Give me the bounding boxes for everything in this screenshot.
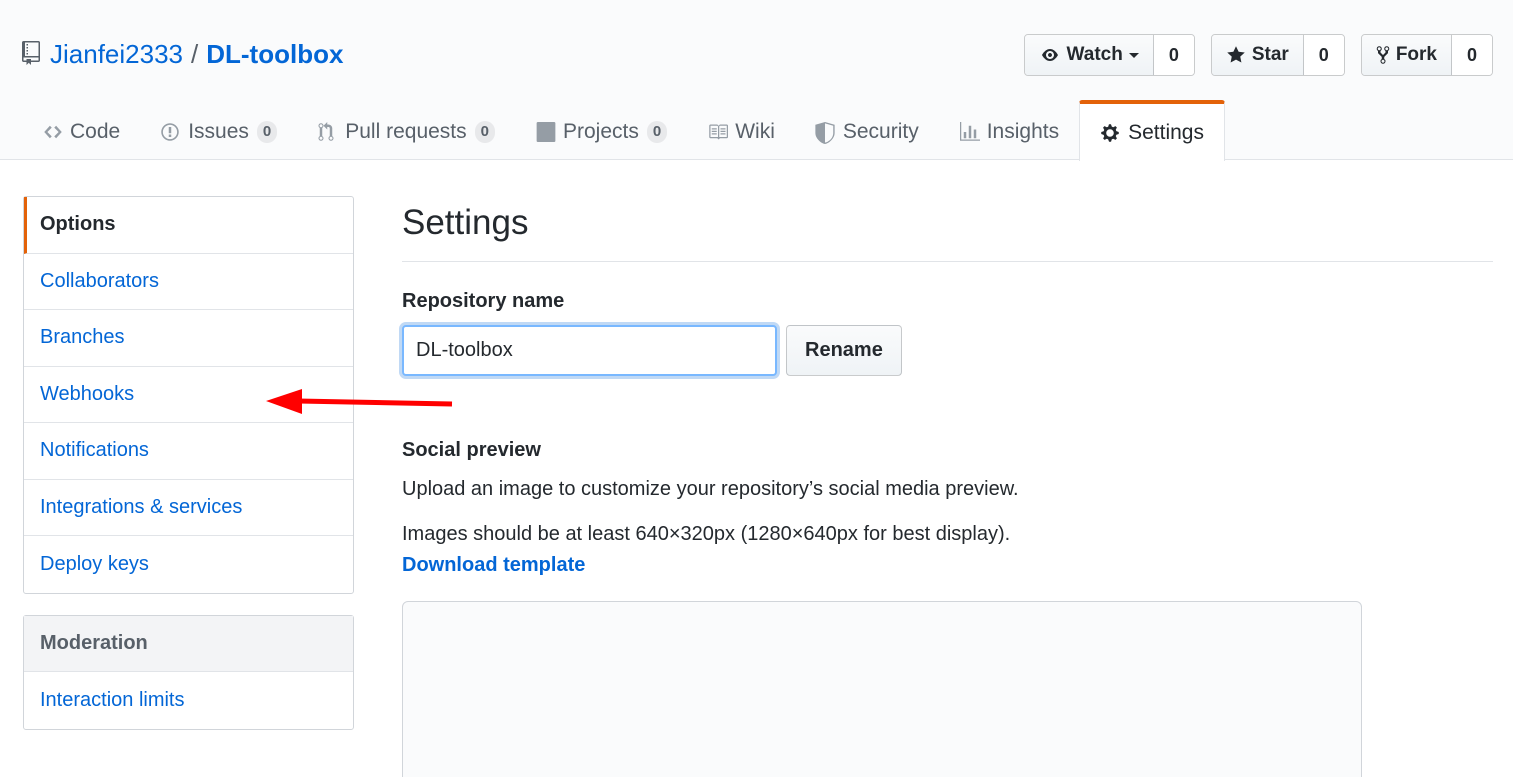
menu-item-notifications[interactable]: Notifications [24,423,353,480]
issue-icon [160,122,180,142]
social-preview-label: Social preview [402,439,541,461]
fork-icon [1376,45,1390,65]
page-title: Settings [402,203,529,242]
path-separator: / [191,38,199,69]
tab-code-label: Code [70,119,121,143]
star-button[interactable]: Star [1211,35,1304,75]
star-count[interactable]: 0 [1303,35,1344,75]
tab-pull-requests[interactable]: Pull requests 0 [297,100,515,160]
tab-pull-requests-label: Pull requests [345,119,467,143]
fork-label: Fork [1395,44,1437,65]
pull-request-icon [317,121,337,142]
repo-actions: Watch 0 Star 0 Fork 0 [1023,34,1493,76]
watch-count[interactable]: 0 [1153,35,1194,75]
tab-wiki-label: Wiki [735,119,775,143]
watch-label: Watch [1066,44,1123,65]
star-label: Star [1251,44,1289,65]
repo-icon [22,41,40,67]
settings-content: Settings Repository name Rename Social p… [402,196,1493,777]
shield-icon [815,121,835,144]
menu-item-options[interactable]: Options [24,197,353,254]
repo-name-link[interactable]: DL-toolbox [206,39,343,70]
eye-icon [1039,47,1061,63]
star-icon [1226,45,1246,65]
menu-item-deploy-keys[interactable]: Deploy keys [24,536,353,593]
repo-nav: Code Issues 0 Pull requests 0 Projects 0… [22,100,1225,161]
download-template-link[interactable]: Download template [402,554,585,577]
tab-insights[interactable]: Insights [939,100,1079,160]
tab-projects-label: Projects [563,119,639,143]
menu-item-collaborators[interactable]: Collaborators [24,254,353,310]
tab-issues-label: Issues [188,119,249,143]
projects-counter: 0 [646,120,668,143]
fork-count[interactable]: 0 [1452,35,1492,75]
chevron-down-icon [1128,50,1139,60]
tab-settings-label: Settings [1128,120,1204,144]
social-preview-box[interactable] [402,601,1362,777]
code-icon [42,122,62,142]
menu-item-branches[interactable]: Branches [24,310,353,367]
project-icon [535,121,556,142]
fork-group: Fork 0 [1360,34,1493,76]
tab-projects[interactable]: Projects 0 [515,100,687,160]
star-group: Star 0 [1210,34,1345,76]
annotation-arrow-icon [266,389,453,414]
issues-counter: 0 [256,120,278,143]
watch-button[interactable]: Watch [1024,35,1154,75]
subhead: Settings [402,196,1493,262]
moderation-menu: Moderation Interaction limits [23,615,354,730]
tab-settings[interactable]: Settings [1079,100,1225,161]
menu-item-interaction-limits[interactable]: Interaction limits [24,672,353,729]
tab-code[interactable]: Code [22,100,140,160]
tab-security-label: Security [842,119,919,143]
tab-security[interactable]: Security [795,100,939,160]
repo-name-label: Repository name [402,290,565,312]
tab-insights-label: Insights [986,119,1060,143]
graph-icon [959,121,980,142]
social-preview-description: Upload an image to customize your reposi… [402,478,1019,500]
tab-wiki[interactable]: Wiki [687,100,795,160]
watch-group: Watch 0 [1023,34,1195,76]
menu-item-integrations[interactable]: Integrations & services [24,480,353,536]
book-icon [707,122,729,142]
tab-issues[interactable]: Issues 0 [140,100,297,160]
image-size-note: Images should be at least 640×320px (128… [402,523,1011,545]
repo-name-input[interactable] [402,325,777,376]
repo-title: Jianfei2333 / DL-toolbox [22,36,343,72]
pull-requests-counter: 0 [474,120,495,143]
repo-owner-link[interactable]: Jianfei2333 [50,39,183,70]
fork-button[interactable]: Fork [1361,35,1452,75]
rename-button[interactable]: Rename [786,325,902,376]
rename-row: Rename [402,325,1493,376]
moderation-heading: Moderation [24,616,353,672]
gear-icon [1100,123,1120,143]
repo-header: Jianfei2333 / DL-toolbox Watch 0 Star 0 … [0,0,1513,161]
